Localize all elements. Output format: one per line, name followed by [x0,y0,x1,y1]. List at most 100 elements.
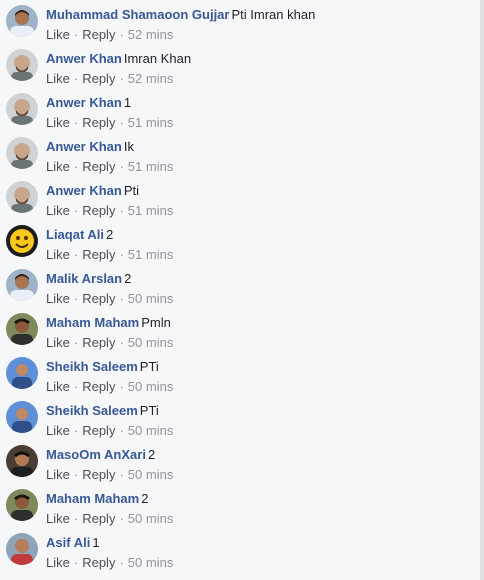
comment-author[interactable]: Sheikh Saleem [46,403,138,418]
reply-link[interactable]: Reply [82,115,115,130]
comment-author[interactable]: Liaqat Ali [46,227,104,242]
profile-photo-man-outdoor-avatar[interactable] [6,313,38,345]
comment-timestamp[interactable]: 52 mins [128,27,174,42]
reply-link[interactable]: Reply [82,555,115,570]
avatar-image [6,49,38,81]
like-link[interactable]: Like [46,247,70,262]
reply-link[interactable]: Reply [82,203,115,218]
avatar-image [6,357,38,389]
separator-dot: · [73,159,79,174]
scroll-edge [480,0,484,580]
comment-timestamp[interactable]: 50 mins [128,555,174,570]
comment-item: Anwer Khan Imran Khan Like · Reply · 52 mins [0,44,480,88]
like-link[interactable]: Like [46,379,70,394]
reply-link[interactable]: Reply [82,159,115,174]
comment-author[interactable]: Maham Maham [46,491,139,506]
like-link[interactable]: Like [46,115,70,130]
comment-text: Imran Khan [123,51,192,66]
separator-dot: · [73,555,79,570]
comment-author[interactable]: Sheikh Saleem [46,359,138,374]
comment-item: Maham Maham 2 Like · Reply · 50 mins [0,484,480,528]
comment-timestamp[interactable]: 50 mins [128,467,174,482]
comment-timestamp[interactable]: 52 mins [128,71,174,86]
profile-photo-man-red-avatar[interactable] [6,533,38,565]
reply-link[interactable]: Reply [82,335,115,350]
avatar-image [6,313,38,345]
comment-timestamp[interactable]: 50 mins [128,379,174,394]
comment-text: 1 [123,95,132,110]
comment-author[interactable]: Malik Arslan [46,271,122,286]
comment-item: Anwer Khan Pti Like · Reply · 51 mins [0,176,480,220]
like-link[interactable]: Like [46,555,70,570]
like-link[interactable]: Like [46,159,70,174]
separator-dot: · [119,423,124,438]
like-link[interactable]: Like [46,203,70,218]
comment-author[interactable]: Asif Ali [46,535,90,550]
comment-item: Maham Maham Pmln Like · Reply · 50 mins [0,308,480,352]
comment-item: Asif Ali 1 Like · Reply · 50 mins [0,528,480,572]
comment-body: Liaqat Ali 2 [46,226,476,243]
comment-timestamp[interactable]: 50 mins [128,291,174,306]
comment-item: Sheikh Saleem PTi Like · Reply · 50 mins [0,396,480,440]
separator-dot: · [73,379,79,394]
like-link[interactable]: Like [46,423,70,438]
comment-body: Malik Arslan 2 [46,270,476,287]
comment-author[interactable]: Anwer Khan [46,51,122,66]
comment-text: 1 [92,535,100,550]
comment-actions: Like · Reply · 50 mins [46,554,173,571]
comment-author[interactable]: Anwer Khan [46,139,122,154]
like-link[interactable]: Like [46,511,70,526]
separator-dot: · [119,379,124,394]
like-link[interactable]: Like [46,27,70,42]
avatar-image [6,401,38,433]
comment-timestamp[interactable]: 50 mins [128,511,174,526]
separator-dot: · [73,247,79,262]
profile-photo-bald-man-avatar[interactable] [6,93,38,125]
comment-text: PTi [139,403,159,418]
profile-photo-man-dark-avatar[interactable] [6,445,38,477]
comment-author[interactable]: Anwer Khan [46,183,122,198]
comment-timestamp[interactable]: 51 mins [128,203,174,218]
comment-timestamp[interactable]: 50 mins [128,335,174,350]
comment-timestamp[interactable]: 51 mins [128,159,174,174]
like-link[interactable]: Like [46,335,70,350]
profile-photo-man-outdoor-avatar[interactable] [6,489,38,521]
comment-timestamp[interactable]: 51 mins [128,115,174,130]
like-link[interactable]: Like [46,291,70,306]
comment-author[interactable]: Maham Maham [46,315,139,330]
comment-text: 2 [124,271,132,286]
separator-dot: · [73,467,79,482]
reply-link[interactable]: Reply [82,511,115,526]
reply-link[interactable]: Reply [82,27,115,42]
reply-link[interactable]: Reply [82,71,115,86]
comment-author[interactable]: Muhammad Shamaoon Gujjar [46,7,229,22]
comment-actions: Like · Reply · 51 mins [46,202,173,219]
like-link[interactable]: Like [46,467,70,482]
comment-text: Pmln [141,315,171,330]
comment-author[interactable]: MasoOm AnXari [46,447,146,462]
profile-photo-man-blue-avatar[interactable] [6,401,38,433]
profile-photo-man-blue-avatar[interactable] [6,357,38,389]
separator-dot: · [119,203,124,218]
profile-photo-bald-man-avatar[interactable] [6,49,38,81]
profile-photo-bald-man-avatar[interactable] [6,181,38,213]
comment-timestamp[interactable]: 51 mins [128,247,174,262]
comment-text: Pti [123,183,140,198]
like-link[interactable]: Like [46,71,70,86]
profile-photo-bald-man-avatar[interactable] [6,137,38,169]
profile-photo-man-avatar[interactable] [6,5,38,37]
avatar-image [6,489,38,521]
reply-link[interactable]: Reply [82,291,115,306]
comment-author[interactable]: Anwer Khan [46,95,122,110]
comment-body: Maham Maham 2 [46,490,476,507]
reply-link[interactable]: Reply [82,247,115,262]
reply-link[interactable]: Reply [82,423,115,438]
separator-dot: · [119,511,124,526]
separator-dot: · [73,115,79,130]
comment-timestamp[interactable]: 50 mins [128,423,174,438]
comment-body: Maham Maham Pmln [46,314,476,331]
profile-photo-man-avatar[interactable] [6,269,38,301]
reply-link[interactable]: Reply [82,467,115,482]
reply-link[interactable]: Reply [82,379,115,394]
emoji-thumbs-up-avatar[interactable] [6,225,38,257]
